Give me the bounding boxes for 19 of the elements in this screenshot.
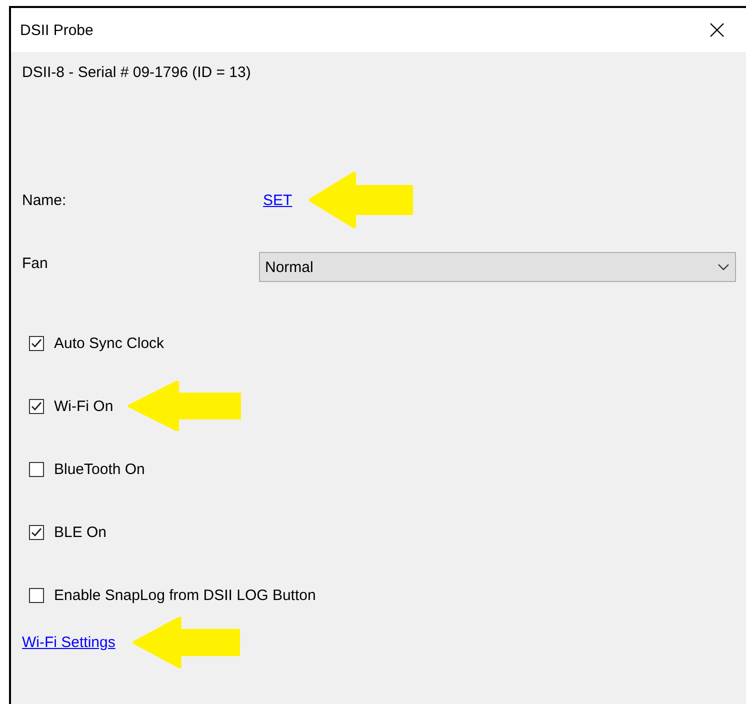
chevron-icon	[718, 264, 729, 270]
checkbox-label[interactable]: Auto Sync Clock	[54, 334, 164, 352]
checkbox-label[interactable]: BLE On	[54, 524, 107, 540]
checkbox-label[interactable]: BlueTooth On	[54, 460, 145, 478]
set-link[interactable]: SET	[263, 192, 292, 208]
wifi-settings-link[interactable]: Wi-Fi Settings	[22, 634, 116, 651]
fan-dropdown[interactable]: Normal	[259, 252, 736, 282]
checkbox-label[interactable]: Wi-Fi On	[54, 398, 114, 414]
name-label: Name:	[22, 192, 66, 208]
checkbox[interactable]	[29, 336, 44, 350]
checkbox[interactable]	[29, 398, 44, 414]
device-info: DSII-8 - Serial # 09-1796 (ID = 13)	[22, 64, 251, 80]
checkbox[interactable]	[29, 462, 44, 476]
checkbox[interactable]	[29, 524, 44, 540]
close-icon[interactable]	[710, 23, 724, 37]
fan-label: Fan	[22, 255, 48, 272]
checkbox-label[interactable]: Enable SnapLog from DSII LOG Button	[54, 586, 316, 604]
window-title: DSII Probe	[20, 22, 94, 38]
checkbox[interactable]	[29, 588, 44, 602]
